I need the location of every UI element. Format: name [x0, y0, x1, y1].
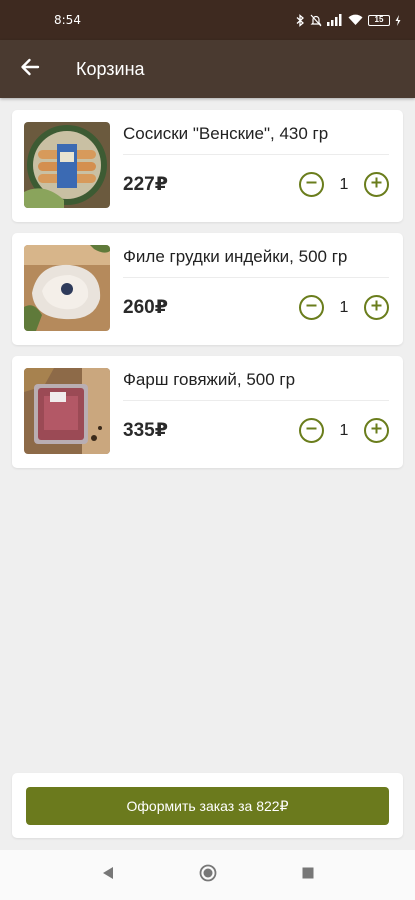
product-image — [24, 368, 110, 454]
plus-icon — [370, 422, 383, 440]
cart-item[interactable]: Филе грудки индейки, 500 гр 260₽ 1 — [12, 233, 403, 345]
bluetooth-icon — [296, 13, 305, 27]
checkout-button[interactable]: Оформить заказ за 822₽ — [26, 787, 389, 825]
quantity-value: 1 — [339, 298, 349, 316]
increase-button[interactable] — [364, 295, 389, 320]
nav-home-button[interactable] — [193, 860, 223, 890]
product-name: Филе грудки индейки, 500 гр — [123, 247, 348, 266]
wifi-icon — [348, 14, 363, 26]
nav-recents-button[interactable] — [293, 860, 323, 890]
decrease-button[interactable] — [299, 172, 324, 197]
quantity-value: 1 — [339, 421, 349, 439]
divider — [123, 277, 389, 278]
increase-button[interactable] — [364, 172, 389, 197]
nav-back-button[interactable] — [93, 860, 123, 890]
arrow-left-icon — [20, 58, 40, 81]
minus-icon — [305, 299, 318, 317]
product-image — [24, 245, 110, 331]
battery-level: 15 — [374, 15, 384, 24]
bell-off-icon — [310, 14, 322, 27]
status-bar: 8:54 15 — [0, 0, 415, 40]
quantity-value: 1 — [339, 175, 349, 193]
home-circle-icon — [199, 864, 217, 887]
back-button[interactable] — [0, 40, 60, 98]
minus-icon — [305, 176, 318, 194]
status-icons: 15 — [296, 13, 401, 27]
cart-item[interactable]: Сосиски "Венские", 430 гр 227₽ 1 — [12, 110, 403, 222]
status-time: 8:54 — [54, 13, 81, 27]
minus-icon — [305, 422, 318, 440]
cart-item[interactable]: Фарш говяжий, 500 гр 335₽ 1 — [12, 356, 403, 468]
back-triangle-icon — [102, 866, 114, 885]
plus-icon — [370, 176, 383, 194]
product-name: Сосиски "Венские", 430 гр — [123, 124, 329, 143]
quantity-stepper: 1 — [299, 295, 389, 320]
quantity-stepper: 1 — [299, 418, 389, 443]
product-name: Фарш говяжий, 500 гр — [123, 370, 296, 389]
divider — [123, 154, 389, 155]
increase-button[interactable] — [364, 418, 389, 443]
product-price: 260₽ — [123, 297, 168, 318]
system-nav-bar — [0, 850, 415, 900]
charging-icon — [395, 14, 401, 26]
product-price: 227₽ — [123, 174, 168, 195]
divider — [123, 400, 389, 401]
decrease-button[interactable] — [299, 295, 324, 320]
cart-list: Сосиски "Венские", 430 гр 227₽ 1 Филе гр… — [12, 110, 403, 479]
quantity-stepper: 1 — [299, 172, 389, 197]
app-bar: Корзина — [0, 40, 415, 98]
checkout-button-label: Оформить заказ за 822₽ — [126, 797, 289, 814]
recents-square-icon — [302, 866, 314, 884]
order-panel: Оформить заказ за 822₽ — [12, 773, 403, 838]
battery-icon: 15 — [368, 14, 390, 26]
product-price: 335₽ — [123, 420, 168, 441]
plus-icon — [370, 299, 383, 317]
page-title: Корзина — [76, 58, 145, 79]
product-image — [24, 122, 110, 208]
signal-icon — [327, 14, 343, 26]
decrease-button[interactable] — [299, 418, 324, 443]
